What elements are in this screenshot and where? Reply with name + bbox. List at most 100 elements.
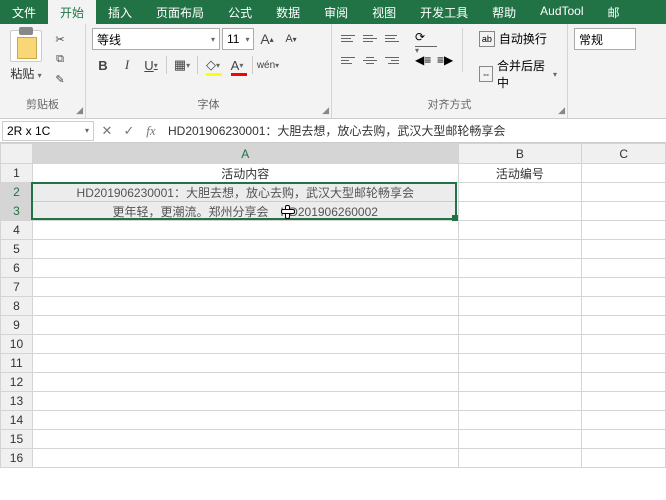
tab-8[interactable]: 开发工具 <box>408 0 480 24</box>
cell-A2[interactable]: HD201906230001：大胆去想，放心去购，武汉大型邮轮畅享会 <box>32 183 458 202</box>
cell-A13[interactable] <box>32 392 458 411</box>
cell-A11[interactable] <box>32 354 458 373</box>
row-header-2[interactable]: 2 <box>1 183 33 202</box>
row-header-6[interactable]: 6 <box>1 259 33 278</box>
cell-A3[interactable]: 更年轻，更潮流。郑州分享会 HD201906260002 <box>32 202 458 221</box>
tab-7[interactable]: 视图 <box>360 0 408 24</box>
cell-A6[interactable] <box>32 259 458 278</box>
row-header-16[interactable]: 16 <box>1 449 33 468</box>
tab-9[interactable]: 帮助 <box>480 0 528 24</box>
cell-B11[interactable] <box>458 354 582 373</box>
wrap-text-button[interactable]: ab自动换行 <box>475 28 561 49</box>
cell-B3[interactable] <box>458 202 582 221</box>
row-header-4[interactable]: 4 <box>1 221 33 240</box>
copy-button[interactable]: ⧉ <box>50 50 70 68</box>
indent-increase-button[interactable]: ≡▶ <box>434 50 454 70</box>
row-header-5[interactable]: 5 <box>1 240 33 259</box>
paste-button[interactable]: 粘贴 ▾ <box>6 28 46 84</box>
align-center-button[interactable] <box>360 50 380 70</box>
clipboard-launcher[interactable]: ◢ <box>76 105 83 116</box>
tab-6[interactable]: 审阅 <box>312 0 360 24</box>
shrink-font-button[interactable]: A▾ <box>280 28 302 50</box>
fx-button[interactable]: fx <box>140 123 162 139</box>
cell-C9[interactable] <box>582 316 666 335</box>
row-header-8[interactable]: 8 <box>1 297 33 316</box>
cell-B12[interactable] <box>458 373 582 392</box>
font-size-select[interactable]: 11▾ <box>222 28 254 50</box>
cell-C6[interactable] <box>582 259 666 278</box>
row-header-1[interactable]: 1 <box>1 164 33 183</box>
tab-5[interactable]: 数据 <box>264 0 312 24</box>
border-button[interactable]: ▦▾ <box>171 54 193 76</box>
row-header-10[interactable]: 10 <box>1 335 33 354</box>
cell-A5[interactable] <box>32 240 458 259</box>
cell-A14[interactable] <box>32 411 458 430</box>
cell-C16[interactable] <box>582 449 666 468</box>
cell-B7[interactable] <box>458 278 582 297</box>
row-header-14[interactable]: 14 <box>1 411 33 430</box>
cell-C8[interactable] <box>582 297 666 316</box>
cell-B9[interactable] <box>458 316 582 335</box>
cell-B6[interactable] <box>458 259 582 278</box>
grow-font-button[interactable]: A▴ <box>256 28 278 50</box>
row-header-13[interactable]: 13 <box>1 392 33 411</box>
tab-4[interactable]: 公式 <box>216 0 264 24</box>
row-header-9[interactable]: 9 <box>1 316 33 335</box>
cell-C7[interactable] <box>582 278 666 297</box>
cell-C15[interactable] <box>582 430 666 449</box>
tab-10[interactable]: AudTool <box>528 0 595 24</box>
cell-A16[interactable] <box>32 449 458 468</box>
fill-color-button[interactable]: ◇▾ <box>202 54 224 76</box>
bold-button[interactable]: B <box>92 54 114 76</box>
cell-C11[interactable] <box>582 354 666 373</box>
font-launcher[interactable]: ◢ <box>322 105 329 116</box>
align-right-button[interactable] <box>382 50 402 70</box>
font-name-select[interactable]: 等线▾ <box>92 28 220 50</box>
cell-A9[interactable] <box>32 316 458 335</box>
formula-input[interactable]: HD201906230001：大胆去想，放心去购，武汉大型邮轮畅享会 <box>162 122 666 139</box>
cell-C4[interactable] <box>582 221 666 240</box>
align-top-button[interactable] <box>338 28 358 48</box>
cell-A15[interactable] <box>32 430 458 449</box>
align-middle-button[interactable] <box>360 28 380 48</box>
tab-3[interactable]: 页面布局 <box>144 0 216 24</box>
select-all-corner[interactable] <box>1 144 33 164</box>
cell-B13[interactable] <box>458 392 582 411</box>
cell-B4[interactable] <box>458 221 582 240</box>
cell-C10[interactable] <box>582 335 666 354</box>
cell-A1[interactable]: 活动内容 <box>32 164 458 183</box>
cell-C3[interactable] <box>582 202 666 221</box>
col-header-A[interactable]: A <box>32 144 458 164</box>
cell-A12[interactable] <box>32 373 458 392</box>
cell-A10[interactable] <box>32 335 458 354</box>
row-header-15[interactable]: 15 <box>1 430 33 449</box>
cell-B5[interactable] <box>458 240 582 259</box>
name-box[interactable]: 2R x 1C▾ <box>2 121 94 141</box>
font-color-button[interactable]: A▾ <box>226 54 248 76</box>
italic-button[interactable]: I <box>116 54 138 76</box>
col-header-C[interactable]: C <box>582 144 666 164</box>
format-painter-button[interactable]: ✎ <box>50 70 70 88</box>
align-launcher[interactable]: ◢ <box>558 105 565 116</box>
tab-11[interactable]: 邮 <box>596 0 632 24</box>
cell-C2[interactable] <box>582 183 666 202</box>
cell-C12[interactable] <box>582 373 666 392</box>
cell-B2[interactable] <box>458 183 582 202</box>
tab-1[interactable]: 开始 <box>48 0 96 24</box>
cell-B15[interactable] <box>458 430 582 449</box>
cell-B1[interactable]: 活动编号 <box>458 164 582 183</box>
merge-center-button[interactable]: ⇔合并后居中 ▾ <box>475 55 561 93</box>
align-bottom-button[interactable] <box>382 28 402 48</box>
cell-C14[interactable] <box>582 411 666 430</box>
cancel-button[interactable]: ✕ <box>96 123 118 139</box>
cell-A4[interactable] <box>32 221 458 240</box>
cut-button[interactable]: ✂ <box>50 30 70 48</box>
col-header-B[interactable]: B <box>458 144 582 164</box>
cell-B8[interactable] <box>458 297 582 316</box>
worksheet[interactable]: ABC 1活动内容活动编号 2HD201906230001：大胆去想，放心去购，武汉… <box>0 143 666 468</box>
cell-B16[interactable] <box>458 449 582 468</box>
cell-B10[interactable] <box>458 335 582 354</box>
row-header-7[interactable]: 7 <box>1 278 33 297</box>
cell-C13[interactable] <box>582 392 666 411</box>
tab-0[interactable]: 文件 <box>0 0 48 24</box>
